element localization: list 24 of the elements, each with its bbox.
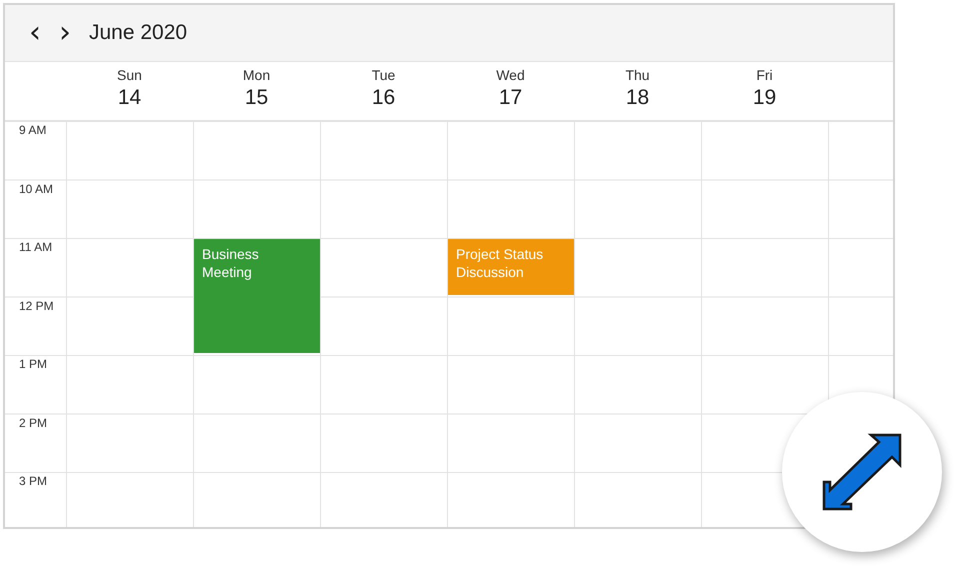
day-name: Sun bbox=[117, 67, 142, 83]
calendar-event[interactable]: Business Meeting bbox=[194, 239, 320, 353]
time-label: 9 AM bbox=[19, 123, 46, 137]
day-name: Fri bbox=[756, 67, 773, 83]
time-label: 1 PM bbox=[19, 357, 48, 371]
time-label: 12 PM bbox=[19, 298, 54, 312]
day-date: 19 bbox=[752, 86, 776, 110]
next-button[interactable]: › bbox=[53, 18, 77, 48]
day-name: Thu bbox=[625, 67, 650, 83]
day-name: Tue bbox=[372, 67, 396, 83]
month-title: June 2020 bbox=[89, 21, 188, 45]
day-date: 16 bbox=[372, 86, 396, 110]
diagonal-arrow-icon bbox=[821, 432, 903, 512]
time-label: 3 PM bbox=[19, 474, 48, 488]
day-date: 18 bbox=[626, 86, 650, 110]
time-label: 11 AM bbox=[19, 240, 52, 254]
day-date: 17 bbox=[498, 86, 522, 110]
time-label: 10 AM bbox=[19, 182, 54, 196]
previous-button[interactable]: ‹ bbox=[23, 18, 47, 48]
day-date: 15 bbox=[244, 86, 268, 110]
day-name: Wed bbox=[496, 67, 525, 83]
day-name: Mon bbox=[242, 67, 270, 83]
time-label: 2 PM bbox=[19, 416, 48, 430]
day-date: 14 bbox=[118, 86, 142, 110]
